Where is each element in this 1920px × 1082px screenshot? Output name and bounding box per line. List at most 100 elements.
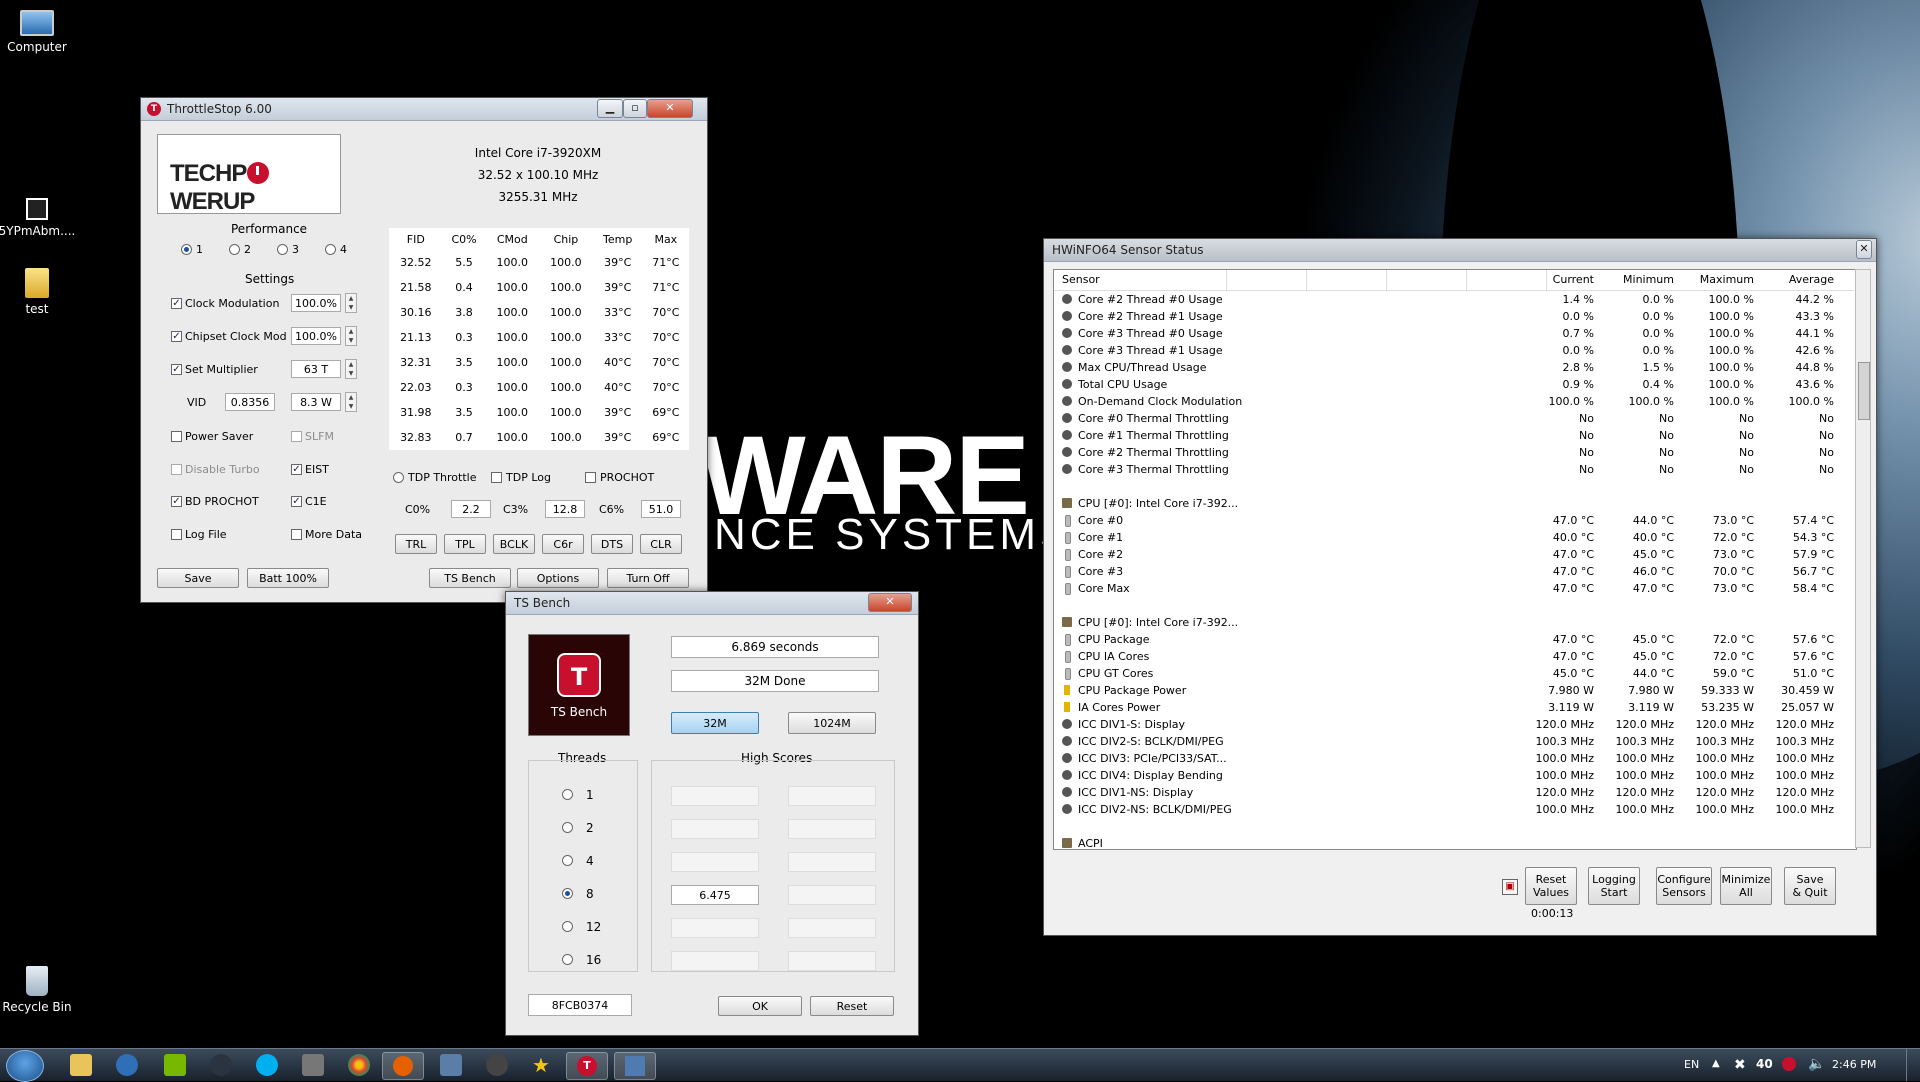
sensor-row[interactable]: ICC DIV3: PCIe/PCI33/SAT... 100.0 MHz 100.… — [1054, 750, 1854, 767]
chipset-clock-mod-spinner[interactable]: ▲ ▼ — [345, 326, 357, 346]
sensor-row[interactable]: CPU Package Power 7.980 W 7.980 W 59.333 W 3… — [1054, 682, 1854, 699]
turn-off-button[interactable]: Turn Off — [607, 568, 689, 588]
sensor-row[interactable] — [1054, 478, 1854, 495]
tpl-button[interactable]: TPL — [444, 534, 486, 554]
sensor-row[interactable]: IA Cores Power 3.119 W 3.119 W 53.235 W 25.0… — [1054, 699, 1854, 716]
threads-radio-8[interactable] — [562, 888, 573, 899]
close-button[interactable]: ✕ — [647, 99, 693, 118]
logging-start-button[interactable]: Logging Start — [1588, 867, 1640, 905]
reset-button[interactable]: Reset — [810, 996, 894, 1016]
more-data-checkbox[interactable] — [291, 529, 302, 540]
throttlestop-titlebar[interactable]: T ThrottleStop 6.00 ▁ ▫ ✕ — [141, 98, 707, 121]
sensor-column-header[interactable]: Average — [1789, 273, 1834, 286]
configure-sensors-button[interactable]: Configure Sensors — [1656, 867, 1712, 905]
tdp-throttle-radio[interactable] — [393, 472, 404, 483]
chipset-clock-mod-value[interactable]: 100.0% — [291, 327, 341, 345]
disable-turbo-checkbox[interactable] — [171, 464, 182, 475]
dts-button[interactable]: DTS — [591, 534, 633, 554]
sensor-row[interactable]: Max CPU/Thread Usage 2.8 % 1.5 % 100.0 % 44.… — [1054, 359, 1854, 376]
bd-prochot-checkbox[interactable]: ✓ — [171, 496, 182, 507]
clock-modulation-value[interactable]: 100.0% — [291, 294, 341, 312]
sensor-row[interactable]: Core #3 Thread #1 Usage 0.0 % 0.0 % 100.0 %… — [1054, 342, 1854, 359]
desktop-icon-test-folder[interactable]: test — [0, 268, 77, 316]
sensor-column-header[interactable]: Minimum — [1623, 273, 1674, 286]
save-quit-button[interactable]: Save & Quit — [1784, 867, 1836, 905]
system-clock[interactable]: 2:46 PM — [1832, 1058, 1876, 1071]
threads-radio-2[interactable] — [562, 822, 573, 833]
c1e-checkbox[interactable]: ✓ — [291, 496, 302, 507]
power-saver-checkbox[interactable] — [171, 431, 182, 442]
nvidia-icon[interactable] — [164, 1054, 186, 1076]
volume-icon[interactable]: 🔈 — [1808, 1056, 1825, 1072]
sensor-row[interactable]: CPU [#0]: Intel Core i7-392... — [1054, 614, 1854, 631]
sensor-row[interactable]: Core #1 40.0 °C 40.0 °C 72.0 °C 54.3 °C — [1054, 529, 1854, 546]
sensor-row[interactable] — [1054, 818, 1854, 835]
maximize-button[interactable]: ▫ — [623, 99, 647, 118]
trl-button[interactable]: TRL — [395, 534, 437, 554]
game-icon[interactable] — [486, 1054, 508, 1076]
desktop-icon-recycle-bin[interactable]: Recycle Bin — [0, 966, 77, 1014]
profile-radio-1[interactable] — [181, 244, 192, 255]
sensor-row[interactable]: Core #2 Thread #1 Usage 0.0 % 0.0 % 100.0 %… — [1054, 308, 1854, 325]
sensor-row[interactable]: Core #0 47.0 °C 44.0 °C 73.0 °C 57.4 °C — [1054, 512, 1854, 529]
steam-icon[interactable] — [210, 1054, 232, 1076]
sensor-row[interactable]: ACPI — [1054, 835, 1854, 849]
clock-modulation-checkbox[interactable]: ✓ — [171, 298, 182, 309]
sensor-column-header[interactable]: Current — [1553, 273, 1594, 286]
clock-modulation-spinner[interactable]: ▲ ▼ — [345, 293, 357, 313]
sensor-column-header[interactable]: Maximum — [1700, 273, 1754, 286]
tray-throttlestop-icon[interactable] — [1782, 1057, 1796, 1071]
tsbench-titlebar[interactable]: TS Bench ✕ — [506, 592, 918, 615]
tdp-log-checkbox[interactable] — [491, 472, 502, 483]
sensor-settings-icon[interactable]: ▣ — [1502, 879, 1518, 895]
internet-explorer-icon[interactable] — [116, 1054, 138, 1076]
prochot-checkbox[interactable] — [585, 472, 596, 483]
scrollbar-thumb[interactable] — [1858, 362, 1870, 420]
tray-expand-icon[interactable]: ▲ — [1712, 1058, 1720, 1069]
sensor-row[interactable]: Core #1 Thermal Throttling No No No No — [1054, 427, 1854, 444]
start-button[interactable] — [6, 1050, 44, 1082]
reset-values-button[interactable]: Reset Values — [1525, 867, 1577, 905]
power-spinner[interactable]: ▲ ▼ — [345, 392, 357, 412]
sensor-row[interactable]: CPU [#0]: Intel Core i7-392... — [1054, 495, 1854, 512]
sensor-row[interactable]: Core #3 47.0 °C 46.0 °C 70.0 °C 56.7 °C — [1054, 563, 1854, 580]
sensor-row[interactable]: CPU Package 47.0 °C 45.0 °C 72.0 °C 57.6 °C — [1054, 631, 1854, 648]
explorer-icon[interactable] — [70, 1054, 92, 1076]
sensor-row[interactable]: ICC DIV2-S: BCLK/DMI/PEG 100.3 MHz 100.3 M… — [1054, 733, 1854, 750]
eist-checkbox[interactable]: ✓ — [291, 464, 302, 475]
sensor-row[interactable]: Core #2 Thread #0 Usage 1.4 % 0.0 % 100.0 %… — [1054, 291, 1854, 308]
battery-button[interactable]: Batt 100% — [247, 568, 329, 588]
profile-radio-4[interactable] — [325, 244, 336, 255]
tray-tool-icon[interactable]: ✖ — [1734, 1057, 1746, 1073]
bclk-button[interactable]: BCLK — [493, 534, 535, 554]
options-button[interactable]: Options — [517, 568, 599, 588]
sensor-list-scrollbar[interactable] — [1855, 269, 1871, 848]
profile-radio-2[interactable] — [229, 244, 240, 255]
chrome-icon[interactable] — [348, 1054, 370, 1076]
minimize-all-button[interactable]: Minimize All — [1720, 867, 1772, 905]
skype-icon[interactable] — [256, 1054, 278, 1076]
sensor-row[interactable]: Core #0 Thermal Throttling No No No No — [1054, 410, 1854, 427]
c6r-button[interactable]: C6r — [542, 534, 584, 554]
threads-radio-12[interactable] — [562, 921, 573, 932]
sensor-row[interactable]: Core #2 Thermal Throttling No No No No — [1054, 444, 1854, 461]
sensor-row[interactable] — [1054, 597, 1854, 614]
bench-32m-button[interactable]: 32M — [671, 712, 759, 734]
sensor-row[interactable]: On-Demand Clock Modulation 100.0 % 100.0 %… — [1054, 393, 1854, 410]
tray-temperature[interactable]: 40 — [1756, 1057, 1773, 1071]
threads-radio-1[interactable] — [562, 789, 573, 800]
bench-1024m-button[interactable]: 1024M — [788, 712, 876, 734]
chipset-clock-mod-checkbox[interactable]: ✓ — [171, 331, 182, 342]
profile-radio-3[interactable] — [277, 244, 288, 255]
tool-icon[interactable] — [302, 1054, 324, 1076]
set-multiplier-spinner[interactable]: ▲ ▼ — [345, 359, 357, 379]
ts-bench-button[interactable]: TS Bench — [429, 568, 511, 588]
sensor-row[interactable]: Core #2 47.0 °C 45.0 °C 73.0 °C 57.9 °C — [1054, 546, 1854, 563]
ok-button[interactable]: OK — [718, 996, 802, 1016]
minimize-button[interactable]: ▁ — [597, 99, 623, 118]
set-multiplier-checkbox[interactable]: ✓ — [171, 364, 182, 375]
firefox-taskbar-button[interactable] — [382, 1052, 424, 1080]
slfm-checkbox[interactable] — [291, 431, 302, 442]
sensor-row[interactable]: Core Max 47.0 °C 47.0 °C 73.0 °C 58.4 °C — [1054, 580, 1854, 597]
log-file-checkbox[interactable] — [171, 529, 182, 540]
